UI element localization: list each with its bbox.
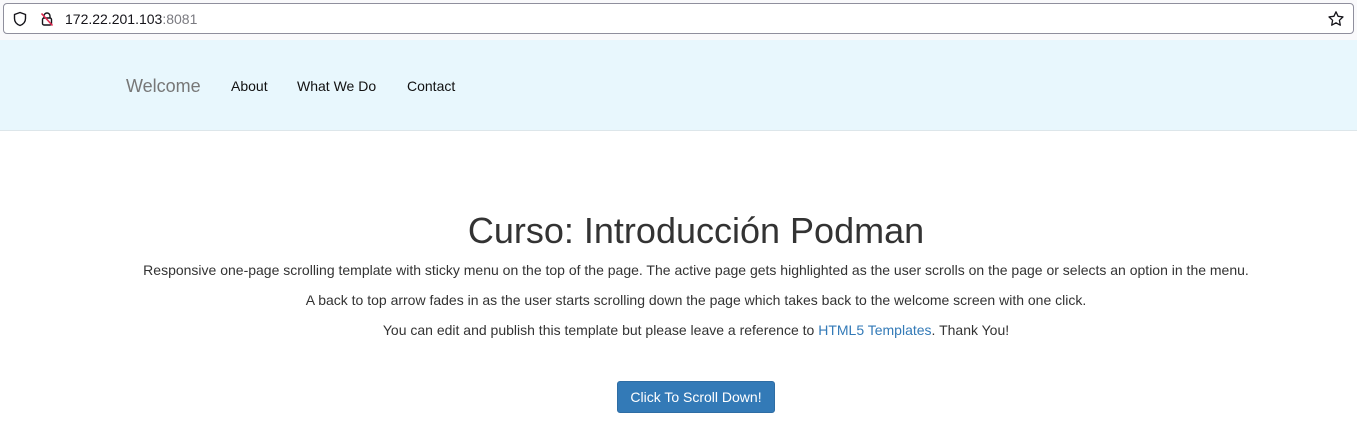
intro-paragraph-3: You can edit and publish this template b…: [0, 320, 1357, 340]
browser-toolbar: 172.22.201.103:8081: [0, 0, 1357, 40]
intro-paragraph-3-end: . Thank You!: [931, 322, 1010, 338]
navbar: Welcome About What We Do Contact: [0, 40, 1357, 131]
url-port: :8081: [162, 11, 198, 27]
intro-section: Curso: Introducción Podman Responsive on…: [0, 131, 1357, 443]
page-title: Curso: Introducción Podman: [467, 210, 925, 251]
intro-paragraph-3-text: You can edit and publish this template b…: [382, 322, 819, 338]
navbar-brand[interactable]: Welcome: [126, 75, 201, 97]
scroll-down-button[interactable]: Click To Scroll Down!: [617, 381, 775, 413]
html5-templates-link[interactable]: HTML5 Templates: [818, 322, 931, 338]
address-bar[interactable]: 172.22.201.103:8081: [3, 3, 1354, 34]
bookmark-star-icon[interactable]: [1327, 10, 1345, 28]
intro-paragraph-2: A back to top arrow fades in as the user…: [305, 292, 1087, 308]
nav-link-what-we-do[interactable]: What We Do: [297, 77, 376, 95]
insecure-lock-icon[interactable]: [39, 11, 55, 27]
nav-link-about[interactable]: About: [231, 77, 268, 95]
intro-paragraph-1: Responsive one-page scrolling template w…: [143, 262, 1249, 278]
url-host: 172.22.201.103: [65, 11, 163, 27]
nav-link-contact[interactable]: Contact: [407, 77, 455, 95]
url-text[interactable]: 172.22.201.103:8081: [65, 11, 197, 27]
shield-icon[interactable]: [12, 11, 28, 27]
